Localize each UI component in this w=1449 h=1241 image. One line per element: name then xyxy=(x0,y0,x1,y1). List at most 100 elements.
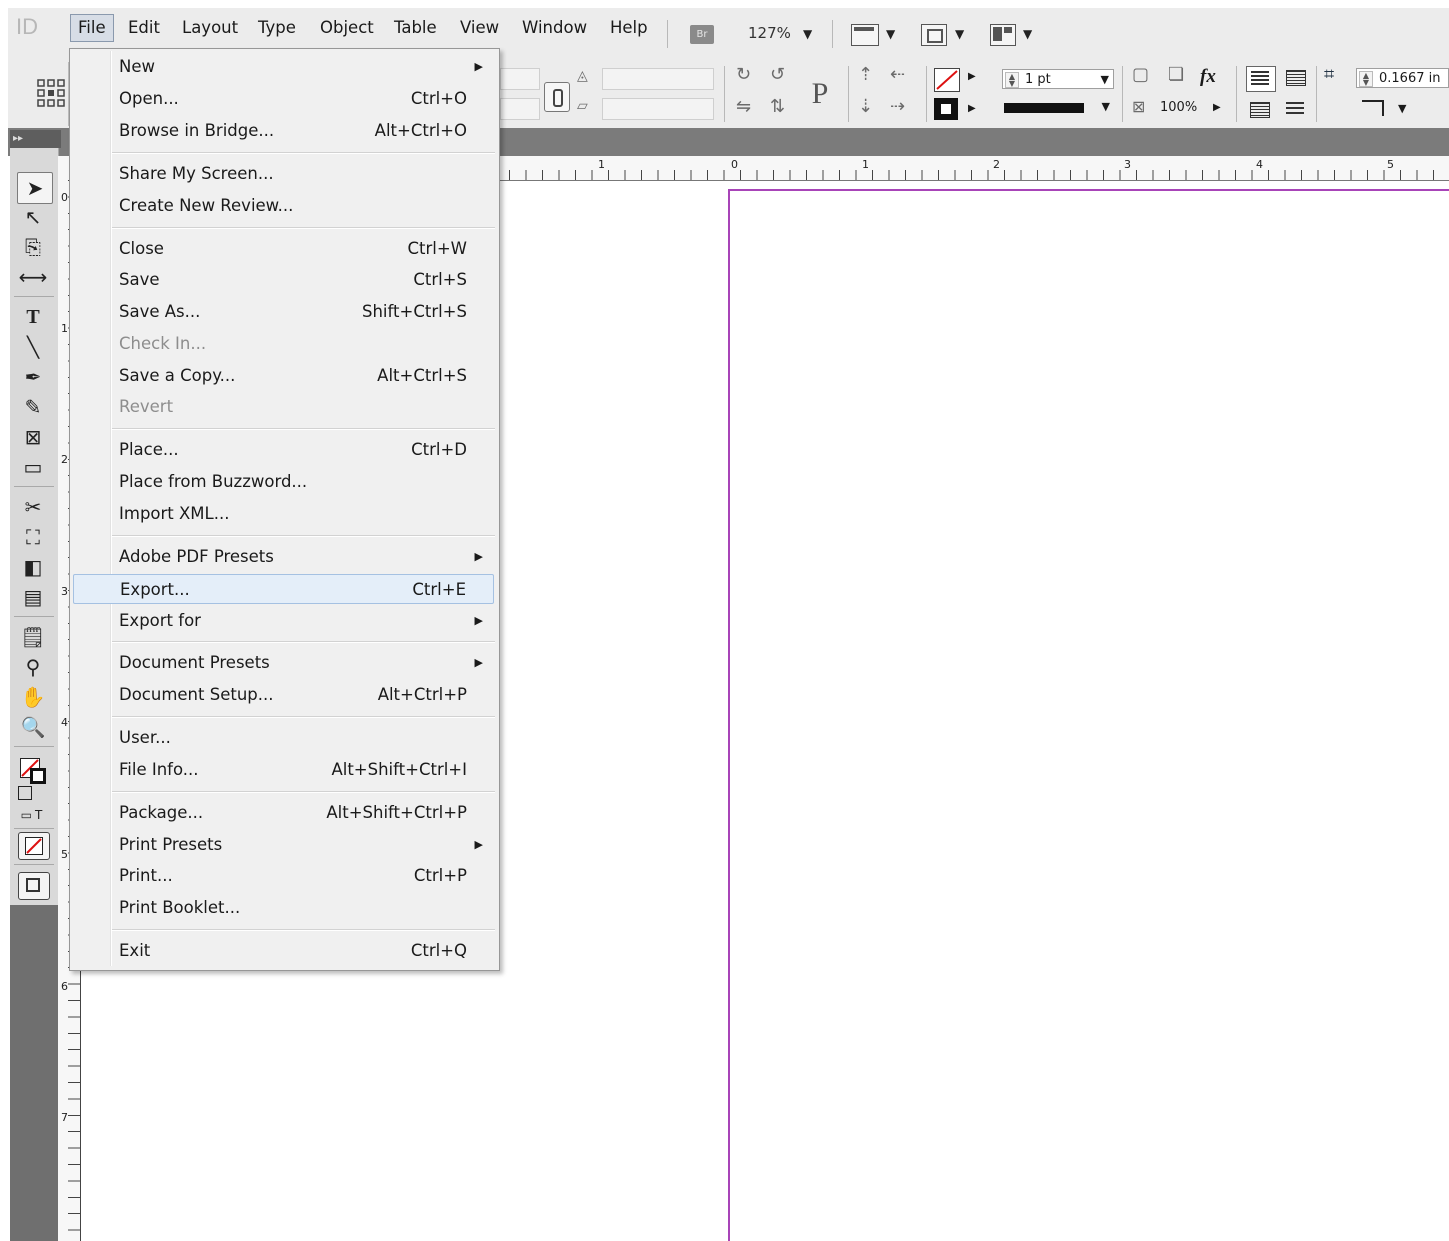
menu-item-browse-in-bridge[interactable]: Browse in Bridge... Alt+Ctrl+O xyxy=(70,116,497,146)
line-tool-icon[interactable]: ╲ xyxy=(16,332,50,362)
menu-item-package[interactable]: Package... Alt+Shift+Ctrl+P xyxy=(70,798,497,828)
y-position-field[interactable] xyxy=(500,98,540,120)
text-wrap-none-icon[interactable] xyxy=(1246,66,1276,92)
rectangle-tool-icon[interactable]: ▭ xyxy=(16,452,50,482)
menu-item-print-booklet[interactable]: Print Booklet... xyxy=(70,893,497,923)
menu-window[interactable]: Window xyxy=(516,17,593,39)
menu-item-place-from-buzzword[interactable]: Place from Buzzword... xyxy=(70,467,497,497)
auto-fit-icon[interactable]: ⌗ xyxy=(1324,64,1334,85)
arrange-documents-dropdown-icon[interactable]: ▼ xyxy=(1023,27,1032,41)
zoom-dropdown-icon[interactable]: ▼ xyxy=(803,27,812,41)
drop-shadow-icon[interactable]: ▢ xyxy=(1132,64,1149,85)
opacity-menu-icon[interactable]: ▶ xyxy=(1213,102,1221,113)
flip-horizontal-icon[interactable]: ⇋ xyxy=(736,96,751,117)
effects-icon[interactable]: fx xyxy=(1200,66,1216,88)
view-options-dropdown-icon[interactable]: ▼ xyxy=(886,27,895,41)
apply-none-icon[interactable] xyxy=(18,832,50,860)
menu-layout[interactable]: Layout xyxy=(176,17,244,39)
pen-tool-icon[interactable]: ✒ xyxy=(16,362,50,392)
shear-angle-field[interactable] xyxy=(602,98,714,120)
zoom-level[interactable]: 127% xyxy=(748,24,791,42)
screen-mode-dropdown-icon[interactable]: ▼ xyxy=(955,27,964,41)
page-tool-icon[interactable]: ⎘ xyxy=(16,232,50,262)
tools-panel-header[interactable]: ▸▸ xyxy=(10,130,61,148)
default-fill-stroke-icon[interactable] xyxy=(18,786,32,800)
hand-tool-icon[interactable]: ✋ xyxy=(16,682,50,712)
menu-item-print-presets[interactable]: Print Presets ▶ xyxy=(70,830,497,860)
formatting-affects-container-icon[interactable]: ▭T xyxy=(16,800,50,830)
menu-item-export-for[interactable]: Export for ▶ xyxy=(70,606,497,636)
constrain-proportions-icon[interactable] xyxy=(544,82,570,112)
menu-item-place[interactable]: Place... Ctrl+D xyxy=(70,435,497,465)
stroke-proxy-icon[interactable] xyxy=(30,768,46,784)
rectangle-frame-tool-icon[interactable]: ⊠ xyxy=(16,422,50,452)
menu-file[interactable]: File xyxy=(70,14,114,42)
bridge-button[interactable]: Br xyxy=(690,25,714,44)
menu-item-share-my-screen[interactable]: Share My Screen... xyxy=(70,159,497,189)
menu-item-save-as[interactable]: Save As... Shift+Ctrl+S xyxy=(70,297,497,327)
select-content-icon[interactable]: ⇣ xyxy=(858,96,873,117)
pencil-tool-icon[interactable]: ✎ xyxy=(16,392,50,422)
corner-size-field[interactable]: ▲ ▼ 0.1667 in xyxy=(1356,68,1449,88)
stroke-menu-icon[interactable]: ▶ xyxy=(968,103,976,114)
fill-menu-icon[interactable]: ▶ xyxy=(968,71,976,82)
reference-point-icon[interactable] xyxy=(36,78,66,108)
menu-item-adobe-pdf-presets[interactable]: Adobe PDF Presets ▶ xyxy=(70,542,497,572)
menu-item-print[interactable]: Print... Ctrl+P xyxy=(70,861,497,891)
scissors-tool-icon[interactable]: ✂ xyxy=(16,492,50,522)
select-next-object-icon[interactable]: ⇢ xyxy=(890,96,905,117)
opacity-value[interactable]: 100% xyxy=(1160,100,1197,115)
rotate-clockwise-icon[interactable]: ↻ xyxy=(736,64,751,85)
menu-item-save[interactable]: Save Ctrl+S xyxy=(70,265,497,295)
fill-swatch-icon[interactable] xyxy=(934,68,960,92)
flip-vertical-icon[interactable]: ⇅ xyxy=(770,96,785,117)
gap-tool-icon[interactable]: ⟷ xyxy=(16,262,50,292)
menu-help[interactable]: Help xyxy=(604,17,654,39)
menu-item-close[interactable]: Close Ctrl+W xyxy=(70,234,497,264)
menu-item-document-presets[interactable]: Document Presets ▶ xyxy=(70,648,497,678)
stroke-swatch-icon[interactable] xyxy=(934,98,958,120)
menu-item-user[interactable]: User... xyxy=(70,723,497,753)
menu-item-file-info[interactable]: File Info... Alt+Shift+Ctrl+I xyxy=(70,755,497,785)
menu-object[interactable]: Object xyxy=(314,17,380,39)
rotate-counterclockwise-icon[interactable]: ↺ xyxy=(770,64,785,85)
shadow-toggle-icon[interactable]: ❏ xyxy=(1168,64,1184,85)
rotation-angle-field[interactable] xyxy=(602,68,714,90)
stroke-weight-field[interactable]: ▲ ▼ 1 pt ▼ xyxy=(1002,69,1114,89)
menu-table[interactable]: Table xyxy=(388,17,443,39)
stroke-weight-dropdown-icon[interactable]: ▼ xyxy=(1101,70,1109,90)
view-options-icon[interactable] xyxy=(851,24,879,46)
corner-shape-icon[interactable] xyxy=(1362,100,1384,116)
corner-shape-dropdown-icon[interactable]: ▼ xyxy=(1398,102,1406,115)
eyedropper-tool-icon[interactable]: ⚲ xyxy=(16,652,50,682)
type-tool-icon[interactable]: T xyxy=(16,302,50,332)
text-wrap-object-shape-icon[interactable] xyxy=(1248,100,1272,120)
gradient-feather-tool-icon[interactable]: ▤ xyxy=(16,582,50,612)
menu-item-import-xml[interactable]: Import XML... xyxy=(70,499,497,529)
menu-item-open[interactable]: Open... Ctrl+O xyxy=(70,84,497,114)
stroke-type-dropdown-icon[interactable]: ▼ xyxy=(1102,100,1110,113)
text-wrap-bounding-box-icon[interactable] xyxy=(1284,66,1308,90)
menu-item-save-a-copy[interactable]: Save a Copy... Alt+Ctrl+S xyxy=(70,361,497,391)
arrange-documents-icon[interactable] xyxy=(990,24,1016,46)
menu-item-document-setup[interactable]: Document Setup... Alt+Ctrl+P xyxy=(70,680,497,710)
gradient-swatch-tool-icon[interactable]: ◧ xyxy=(16,552,50,582)
selection-tool-icon[interactable]: ➤ xyxy=(17,172,53,204)
screen-mode-icon[interactable] xyxy=(921,24,947,46)
menu-item-new[interactable]: New ▶ xyxy=(70,52,497,82)
zoom-tool-icon[interactable]: 🔍 xyxy=(16,712,50,742)
menu-item-create-new-review[interactable]: Create New Review... xyxy=(70,191,497,221)
text-wrap-jump-object-icon[interactable] xyxy=(1284,100,1308,120)
menu-view[interactable]: View xyxy=(454,17,505,39)
menu-type[interactable]: Type xyxy=(252,17,302,39)
menu-edit[interactable]: Edit xyxy=(122,17,166,39)
select-previous-object-icon[interactable]: ⇠ xyxy=(890,64,905,85)
note-tool-icon[interactable]: 🗒 xyxy=(16,622,50,652)
x-position-field[interactable] xyxy=(500,68,540,90)
free-transform-tool-icon[interactable]: ⛶ xyxy=(16,522,50,552)
menu-item-exit[interactable]: Exit Ctrl+Q xyxy=(70,936,497,966)
select-container-icon[interactable]: ⇡ xyxy=(858,64,873,85)
normal-view-mode-icon[interactable] xyxy=(18,872,50,900)
menu-item-export[interactable]: Export... Ctrl+E xyxy=(73,574,494,604)
direct-selection-tool-icon[interactable]: ↖ xyxy=(16,202,50,232)
